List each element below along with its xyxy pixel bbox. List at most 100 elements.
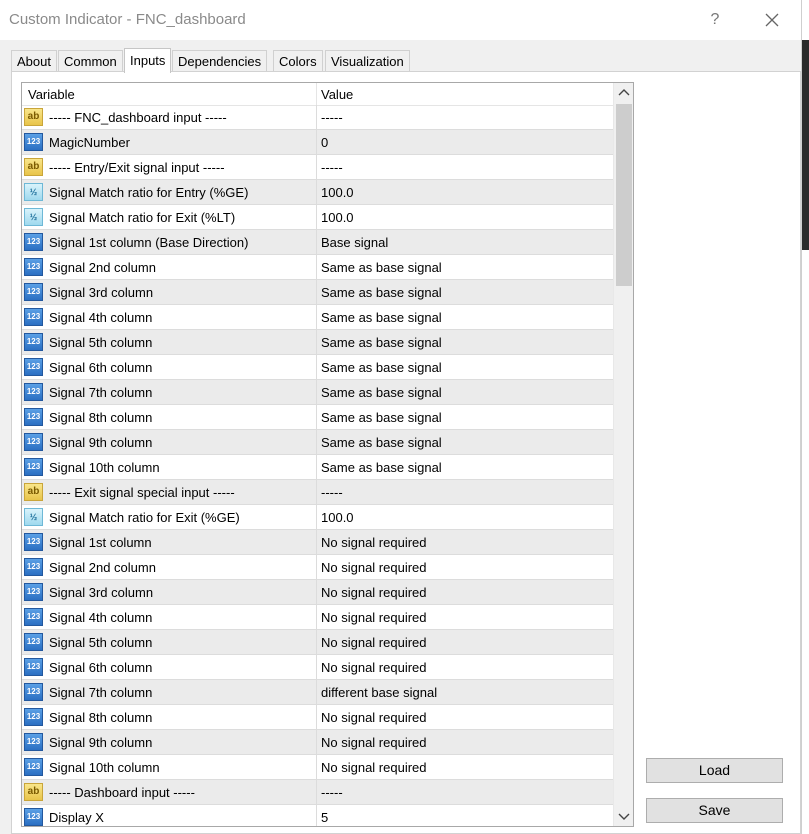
column-header-value[interactable]: Value	[321, 87, 353, 102]
column-divider	[316, 330, 317, 355]
variable-value[interactable]: Same as base signal	[321, 285, 442, 300]
table-row[interactable]: ab ----- Dashboard input ----- -----	[22, 780, 613, 805]
123-icon: 123	[24, 708, 43, 726]
123-icon: 123	[24, 458, 43, 476]
table-row[interactable]: 123 Signal 9th column Same as base signal	[22, 430, 613, 455]
tab-colors[interactable]: Colors	[273, 50, 323, 71]
table-row[interactable]: 123 Signal 7th column different base signa…	[22, 680, 613, 705]
column-header-variable[interactable]: Variable	[28, 87, 75, 102]
background-window-strip	[802, 40, 809, 250]
table-row[interactable]: ab ----- Entry/Exit signal input ----- ---…	[22, 155, 613, 180]
123-icon: 123	[24, 758, 43, 776]
table-row[interactable]: ab ----- FNC_dashboard input ----- -----	[22, 105, 613, 130]
table-row[interactable]: 123 Signal 9th column No signal required	[22, 730, 613, 755]
column-divider	[316, 480, 317, 505]
table-row[interactable]: 123 MagicNumber 0	[22, 130, 613, 155]
variable-value[interactable]: No signal required	[321, 535, 427, 550]
variable-value[interactable]: Same as base signal	[321, 335, 442, 350]
tab-common[interactable]: Common	[58, 50, 123, 71]
scroll-down-button[interactable]	[614, 806, 633, 826]
123-icon: 123	[24, 608, 43, 626]
variable-name: Signal 8th column	[49, 410, 153, 425]
table-row[interactable]: 123 Signal 8th column Same as base signal	[22, 405, 613, 430]
table-row[interactable]: ½ Signal Match ratio for Entry (%GE) 100.0	[22, 180, 613, 205]
tab-dependencies[interactable]: Dependencies	[172, 50, 268, 71]
variable-value[interactable]: No signal required	[321, 610, 427, 625]
variable-value[interactable]: No signal required	[321, 585, 427, 600]
chevron-up-icon	[618, 89, 630, 96]
variable-value[interactable]: -----	[321, 110, 343, 125]
variable-value[interactable]: -----	[321, 785, 343, 800]
variable-value[interactable]: Same as base signal	[321, 310, 442, 325]
table-row[interactable]: 123 Signal 1st column No signal required	[22, 530, 613, 555]
table-row[interactable]: 123 Signal 6th column Same as base signal	[22, 355, 613, 380]
background-window-edge	[801, 0, 809, 834]
variable-value[interactable]: -----	[321, 160, 343, 175]
variable-value[interactable]: 0	[321, 135, 328, 150]
123-icon: 123	[24, 808, 43, 826]
variable-value[interactable]: -----	[321, 485, 343, 500]
help-button[interactable]: ?	[703, 8, 727, 32]
variable-name: Signal 5th column	[49, 335, 153, 350]
table-row[interactable]: 123 Signal 6th column No signal required	[22, 655, 613, 680]
variable-value[interactable]: Same as base signal	[321, 385, 442, 400]
table-row[interactable]: 123 Signal 10th column No signal required	[22, 755, 613, 780]
table-row[interactable]: ab ----- Exit signal special input ----- -…	[22, 480, 613, 505]
save-button[interactable]: Save	[646, 798, 783, 823]
column-divider	[316, 105, 317, 130]
tab-inputs[interactable]: Inputs	[124, 48, 172, 73]
table-row[interactable]: 123 Signal 2nd column Same as base signal	[22, 255, 613, 280]
variable-value[interactable]: different base signal	[321, 685, 437, 700]
variable-value[interactable]: No signal required	[321, 710, 427, 725]
table-row[interactable]: 123 Signal 2nd column No signal required	[22, 555, 613, 580]
123-icon: 123	[24, 283, 43, 301]
variable-value[interactable]: 100.0	[321, 185, 354, 200]
123-icon: 123	[24, 533, 43, 551]
variable-value[interactable]: Same as base signal	[321, 410, 442, 425]
table-row[interactable]: 123 Signal 4th column Same as base signal	[22, 305, 613, 330]
scroll-thumb[interactable]	[616, 104, 632, 286]
variable-name: Signal 1st column (Base Direction)	[49, 235, 249, 250]
table-row[interactable]: 123 Signal 10th column Same as base signal	[22, 455, 613, 480]
table-row[interactable]: 123 Signal 5th column No signal required	[22, 630, 613, 655]
123-icon: 123	[24, 233, 43, 251]
variable-value[interactable]: 100.0	[321, 210, 354, 225]
table-row[interactable]: 123 Display X 5	[22, 805, 613, 826]
123-icon: 123	[24, 683, 43, 701]
variable-name: Signal 2nd column	[49, 560, 156, 575]
variable-value[interactable]: 100.0	[321, 510, 354, 525]
variable-value[interactable]: Base signal	[321, 235, 388, 250]
scroll-up-button[interactable]	[614, 83, 633, 103]
table-row[interactable]: 123 Signal 7th column Same as base signal	[22, 380, 613, 405]
table-row[interactable]: 123 Signal 4th column No signal required	[22, 605, 613, 630]
variable-value[interactable]: 5	[321, 810, 328, 825]
variable-name: ----- Exit signal special input -----	[49, 485, 235, 500]
tab-about[interactable]: About	[11, 50, 57, 71]
table-row[interactable]: ½ Signal Match ratio for Exit (%GE) 100.0	[22, 505, 613, 530]
table-row[interactable]: 123 Signal 8th column No signal required	[22, 705, 613, 730]
variable-value[interactable]: Same as base signal	[321, 435, 442, 450]
tab-visualization[interactable]: Visualization	[325, 50, 410, 71]
123-icon: 123	[24, 408, 43, 426]
load-button[interactable]: Load	[646, 758, 783, 783]
vertical-scrollbar[interactable]	[613, 83, 633, 826]
variable-value[interactable]: No signal required	[321, 735, 427, 750]
table-row[interactable]: ½ Signal Match ratio for Exit (%LT) 100.0	[22, 205, 613, 230]
123-icon: 123	[24, 658, 43, 676]
variable-value[interactable]: No signal required	[321, 635, 427, 650]
variable-name: Signal 2nd column	[49, 260, 156, 275]
table-row[interactable]: 123 Signal 3rd column No signal required	[22, 580, 613, 605]
table-row[interactable]: 123 Signal 5th column Same as base signal	[22, 330, 613, 355]
table-row[interactable]: 123 Signal 3rd column Same as base signal	[22, 280, 613, 305]
variable-value[interactable]: No signal required	[321, 560, 427, 575]
variable-value[interactable]: No signal required	[321, 760, 427, 775]
variable-value[interactable]: Same as base signal	[321, 460, 442, 475]
column-divider	[316, 305, 317, 330]
variable-value[interactable]: No signal required	[321, 660, 427, 675]
close-button[interactable]	[760, 8, 784, 32]
variable-value[interactable]: Same as base signal	[321, 360, 442, 375]
table-row[interactable]: 123 Signal 1st column (Base Direction) Bas…	[22, 230, 613, 255]
column-divider	[316, 255, 317, 280]
variable-name: Signal 6th column	[49, 360, 153, 375]
variable-value[interactable]: Same as base signal	[321, 260, 442, 275]
